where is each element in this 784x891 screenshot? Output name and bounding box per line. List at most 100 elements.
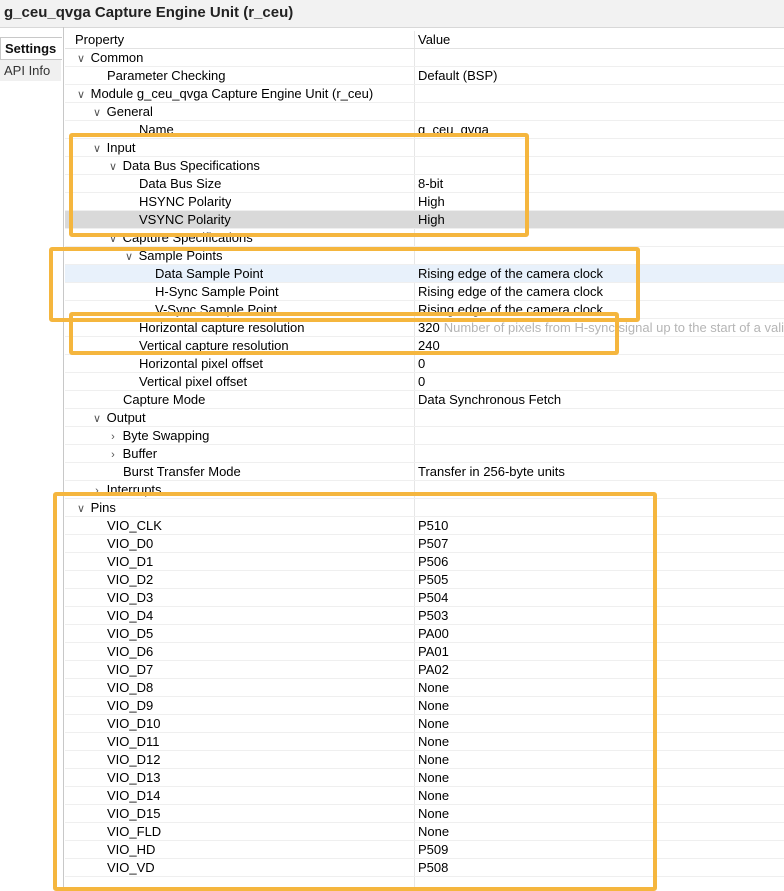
value-cell[interactable]: Data Synchronous Fetch [418, 391, 784, 409]
value-cell[interactable]: P507 [418, 535, 784, 553]
table-row[interactable]: Horizontal capture resolution 320 Number o… [65, 319, 784, 337]
table-row[interactable]: VIO_D5 PA00 [65, 625, 784, 643]
chevron-down-icon[interactable]: ∨ [91, 410, 103, 427]
value-cell[interactable]: Rising edge of the camera clock [418, 283, 784, 301]
chevron-down-icon[interactable]: ∨ [91, 140, 103, 157]
table-row[interactable]: VIO_D3 P504 [65, 589, 784, 607]
table-row[interactable]: Horizontal pixel offset 0 [65, 355, 784, 373]
value-cell[interactable]: P505 [418, 571, 784, 589]
chevron-right-icon[interactable]: › [107, 428, 119, 445]
table-row[interactable]: VIO_D7 PA02 [65, 661, 784, 679]
table-row[interactable]: VIO_D2 P505 [65, 571, 784, 589]
table-row[interactable]: VIO_D12 None [65, 751, 784, 769]
value-cell[interactable] [418, 247, 784, 265]
value-cell[interactable] [418, 157, 784, 175]
chevron-down-icon[interactable]: ∨ [107, 158, 119, 175]
table-row[interactable]: VIO_D11 None [65, 733, 784, 751]
value-cell[interactable]: None [418, 679, 784, 697]
value-cell[interactable]: Transfer in 256-byte units [418, 463, 784, 481]
table-row[interactable]: V-Sync Sample Point Rising edge of the ca… [65, 301, 784, 319]
table-row[interactable]: Vertical pixel offset 0 [65, 373, 784, 391]
table-row[interactable]: VSYNC Polarity High [65, 211, 784, 229]
value-cell[interactable]: None [418, 805, 784, 823]
table-row[interactable]: › Byte Swapping [65, 427, 784, 445]
value-cell[interactable] [418, 427, 784, 445]
table-row[interactable]: Vertical capture resolution 240 [65, 337, 784, 355]
value-cell[interactable] [418, 229, 784, 247]
table-row[interactable]: VIO_D8 None [65, 679, 784, 697]
table-row[interactable]: VIO_D9 None [65, 697, 784, 715]
chevron-down-icon[interactable]: ∨ [75, 86, 87, 103]
value-cell[interactable] [418, 103, 784, 121]
table-row[interactable]: › Interrupts [65, 481, 784, 499]
table-row[interactable]: ∨ Module g_ceu_qvga Capture Engine Unit … [65, 85, 784, 103]
table-row[interactable]: VIO_D10 None [65, 715, 784, 733]
table-row[interactable]: ∨ General [65, 103, 784, 121]
chevron-down-icon[interactable]: ∨ [75, 50, 87, 67]
value-cell[interactable]: Rising edge of the camera clock [418, 301, 784, 319]
value-cell[interactable] [418, 445, 784, 463]
value-cell[interactable] [418, 85, 784, 103]
chevron-down-icon[interactable]: ∨ [123, 248, 135, 265]
tab-settings[interactable]: Settings [0, 37, 62, 60]
table-row[interactable]: H-Sync Sample Point Rising edge of the ca… [65, 283, 784, 301]
table-row[interactable]: VIO_FLD None [65, 823, 784, 841]
table-row[interactable]: VIO_D14 None [65, 787, 784, 805]
value-cell[interactable]: 0 [418, 355, 784, 373]
table-row[interactable]: VIO_D0 P507 [65, 535, 784, 553]
table-row[interactable]: VIO_D4 P503 [65, 607, 784, 625]
tab-api-info[interactable]: API Info [0, 60, 61, 81]
value-cell[interactable]: P510 [418, 517, 784, 535]
value-cell[interactable]: 320 Number of pixels from H-sync signal u… [418, 319, 784, 337]
table-row[interactable]: VIO_CLK P510 [65, 517, 784, 535]
value-cell[interactable]: P503 [418, 607, 784, 625]
value-cell[interactable]: Rising edge of the camera clock [418, 265, 784, 283]
value-cell[interactable]: PA02 [418, 661, 784, 679]
value-cell[interactable]: P508 [418, 859, 784, 877]
table-row[interactable]: VIO_D15 None [65, 805, 784, 823]
value-cell[interactable] [418, 499, 784, 517]
value-cell[interactable]: High [418, 211, 784, 229]
value-cell[interactable] [418, 409, 784, 427]
table-row[interactable]: VIO_D1 P506 [65, 553, 784, 571]
chevron-right-icon[interactable]: › [107, 446, 119, 463]
value-cell[interactable] [418, 481, 784, 499]
value-cell[interactable]: None [418, 823, 784, 841]
value-cell[interactable] [418, 139, 784, 157]
table-row[interactable]: VIO_D13 None [65, 769, 784, 787]
table-row[interactable]: Data Bus Size 8-bit [65, 175, 784, 193]
table-row[interactable]: VIO_VD P508 [65, 859, 784, 877]
table-row[interactable]: HSYNC Polarity High [65, 193, 784, 211]
value-cell[interactable]: P504 [418, 589, 784, 607]
chevron-right-icon[interactable]: › [91, 482, 103, 499]
value-cell[interactable]: 240 [418, 337, 784, 355]
value-cell[interactable]: 8-bit [418, 175, 784, 193]
value-cell[interactable]: 0 [418, 373, 784, 391]
table-row[interactable]: ∨ Data Bus Specifications [65, 157, 784, 175]
table-row[interactable]: ∨ Input [65, 139, 784, 157]
table-row[interactable]: VIO_D6 PA01 [65, 643, 784, 661]
table-row[interactable]: Name g_ceu_qvga [65, 121, 784, 139]
table-row[interactable]: ∨ Pins [65, 499, 784, 517]
value-cell[interactable]: None [418, 787, 784, 805]
table-row[interactable]: › Buffer [65, 445, 784, 463]
value-cell[interactable]: High [418, 193, 784, 211]
value-cell[interactable]: PA00 [418, 625, 784, 643]
table-row[interactable]: Capture Mode Data Synchronous Fetch [65, 391, 784, 409]
value-cell[interactable]: None [418, 697, 784, 715]
table-row[interactable]: Data Sample Point Rising edge of the came… [65, 265, 784, 283]
value-cell[interactable]: P509 [418, 841, 784, 859]
value-cell[interactable] [418, 49, 784, 67]
value-cell[interactable]: None [418, 733, 784, 751]
table-row[interactable]: ∨ Capture Specifications [65, 229, 784, 247]
value-cell[interactable]: None [418, 715, 784, 733]
value-cell[interactable]: P506 [418, 553, 784, 571]
chevron-down-icon[interactable]: ∨ [107, 230, 119, 247]
table-row[interactable]: Parameter Checking Default (BSP) [65, 67, 784, 85]
table-row[interactable]: ∨ Output [65, 409, 784, 427]
value-cell[interactable]: None [418, 751, 784, 769]
table-row[interactable]: ∨ Common [65, 49, 784, 67]
table-row[interactable]: VIO_HD P509 [65, 841, 784, 859]
chevron-down-icon[interactable]: ∨ [75, 500, 87, 517]
value-cell[interactable]: Default (BSP) [418, 67, 784, 85]
